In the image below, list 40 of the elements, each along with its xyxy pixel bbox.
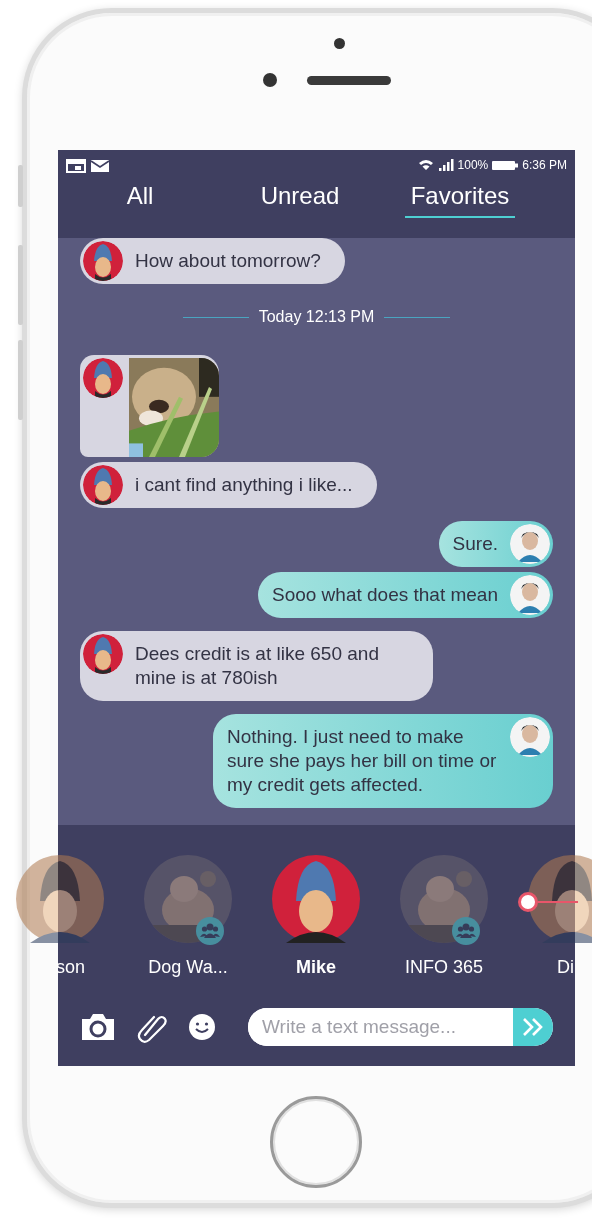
- contact-name[interactable]: son: [55, 957, 85, 978]
- tab[interactable]: All: [120, 180, 160, 218]
- avatar: [83, 358, 123, 398]
- avatar: [510, 575, 550, 615]
- message-text: Sure.: [452, 532, 498, 556]
- signal-icon: [437, 159, 454, 171]
- contact-name[interactable]: Mike: [296, 957, 336, 978]
- camera-dot: [333, 38, 345, 49]
- sensor-dot: [263, 73, 277, 87]
- message-text: Dees credit is at like 650 and mine is at 780ish: [135, 642, 380, 690]
- message-input[interactable]: Write a text message...: [248, 1008, 553, 1046]
- double-chevron-icon: [521, 1017, 545, 1037]
- group-icon: [196, 917, 224, 945]
- camera-icon[interactable]: [80, 1013, 116, 1041]
- smiley-icon[interactable]: [188, 1013, 216, 1041]
- avatar: [510, 717, 550, 757]
- contact-name[interactable]: INFO 365: [405, 957, 483, 978]
- tab[interactable]: Unread: [254, 180, 346, 218]
- battery-percent: 100%: [457, 158, 489, 172]
- contact-name[interactable]: Di: [557, 957, 574, 978]
- avatar: [83, 241, 123, 281]
- avatar: [83, 634, 123, 674]
- contact-name[interactable]: Dog Wa...: [148, 957, 228, 978]
- status-time: 6:36 PM: [522, 158, 567, 172]
- message-text: i cant find anything i like...: [135, 473, 353, 497]
- group-icon: [452, 917, 480, 945]
- message-text: How about tomorrow?: [135, 249, 321, 273]
- timestamp: Today 12:13 PM: [258, 308, 375, 326]
- send-button[interactable]: [513, 1008, 553, 1046]
- home-button[interactable]: [270, 1096, 362, 1188]
- pointer-dot: [518, 892, 578, 912]
- message-text: Sooo what does that mean: [271, 583, 498, 607]
- mail-icon: [90, 157, 110, 173]
- calendar-icon: [66, 157, 86, 173]
- tab[interactable]: Favorites: [404, 180, 516, 218]
- avatar: [510, 524, 550, 564]
- battery-icon: [492, 159, 519, 171]
- wifi-icon: [417, 159, 434, 171]
- avatar: [83, 465, 123, 505]
- message-text: Nothing. I just need to make sure she pays her bill on time or my credit gets affected.: [227, 725, 498, 797]
